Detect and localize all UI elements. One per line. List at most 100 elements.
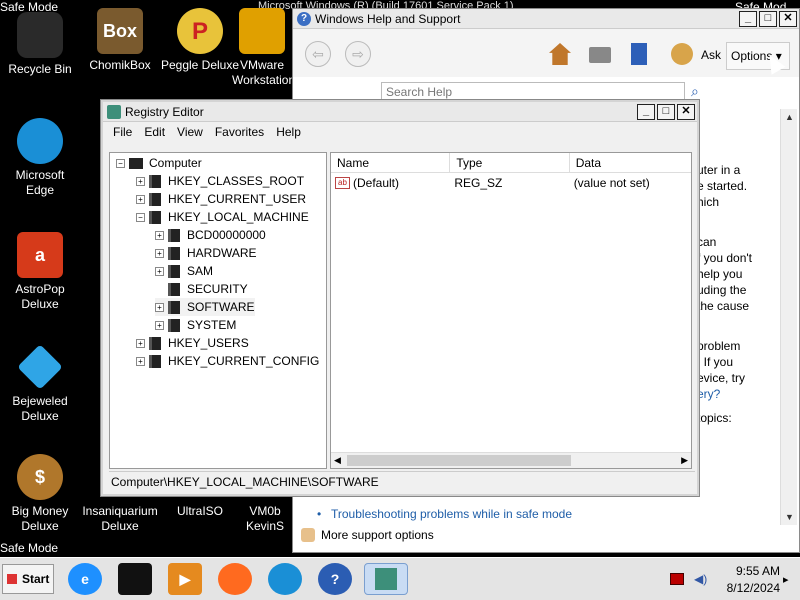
clock-time[interactable]: 9:55 AM	[720, 564, 780, 578]
regedit-titlebar[interactable]: Registry Editor _ □ ✕	[103, 102, 697, 122]
collapse-icon[interactable]: −	[136, 212, 145, 222]
expand-icon[interactable]: +	[155, 266, 164, 276]
expand-icon[interactable]: +	[155, 320, 164, 330]
tree-item-hkcc[interactable]: + HKEY_CURRENT_CONFIG	[136, 352, 319, 370]
search-input[interactable]: Search Help	[381, 82, 685, 102]
tree-item-sam[interactable]: + SAM	[155, 262, 213, 280]
start-button[interactable]: Start	[2, 564, 54, 594]
regedit-icon	[375, 568, 397, 590]
tree-item-label: BCD00000000	[187, 228, 266, 242]
scroll-right-icon[interactable]: ▶	[681, 455, 688, 466]
tree-item-security[interactable]: SECURITY	[155, 280, 248, 298]
desktop-icon-recycle-bin[interactable]: Recycle Bin	[0, 12, 80, 77]
tree-item-hkcu[interactable]: + HKEY_CURRENT_USER	[136, 190, 306, 208]
desktop-icon-big-money[interactable]: $ Big Money Deluxe	[0, 454, 80, 534]
expand-icon[interactable]: +	[136, 194, 145, 204]
clock-date[interactable]: 8/12/2024	[714, 581, 780, 595]
menu-favorites[interactable]: Favorites	[215, 125, 264, 139]
safe-mode-label: Safe Mode	[0, 541, 59, 555]
column-type[interactable]: Type	[450, 153, 570, 172]
value-row[interactable]: ab (Default) REG_SZ (value not set)	[331, 173, 691, 192]
menu-edit[interactable]: Edit	[144, 125, 165, 139]
ask-label[interactable]: Ask	[701, 48, 721, 62]
desktop-icon-label: Recycle Bin	[8, 62, 72, 76]
registry-tree[interactable]: − Computer + HKEY_CLASSES_ROOT + HKEY_CU…	[109, 152, 327, 469]
expand-icon[interactable]: +	[155, 230, 164, 240]
troubleshooting-link[interactable]: Troubleshooting problems while in safe m…	[331, 507, 572, 521]
minimize-button[interactable]: _	[739, 10, 757, 27]
firefox-icon[interactable]	[218, 563, 252, 595]
help-text-line: hich	[697, 195, 720, 209]
help-icon[interactable]: ?	[318, 563, 352, 595]
regedit-taskbar-button[interactable]	[364, 563, 408, 595]
expand-icon[interactable]: +	[155, 248, 164, 258]
registry-values-pane[interactable]: Name Type Data ab (Default) REG_SZ (value…	[330, 152, 692, 469]
back-button[interactable]: ⇦	[305, 41, 331, 67]
maximize-button[interactable]: □	[657, 103, 675, 120]
column-name[interactable]: Name	[331, 153, 451, 172]
tree-item-hardware[interactable]: + HARDWARE	[155, 244, 257, 262]
ask-icon[interactable]	[671, 43, 693, 65]
horizontal-scrollbar[interactable]: ◀ ▶	[331, 452, 691, 468]
minimize-button[interactable]: _	[637, 103, 655, 120]
scroll-down-icon[interactable]: ▼	[781, 509, 798, 525]
help-text-line: problem	[697, 339, 741, 353]
scroll-left-icon[interactable]: ◀	[334, 455, 341, 466]
close-button[interactable]: ✕	[779, 10, 797, 27]
desktop-icon-peggle[interactable]: P Peggle Deluxe	[160, 8, 240, 73]
tree-item-hkcr[interactable]: + HKEY_CLASSES_ROOT	[136, 172, 304, 190]
menu-file[interactable]: File	[113, 125, 132, 139]
tree-item-software[interactable]: + SOFTWARE	[155, 298, 255, 316]
show-desktop-icon[interactable]: ▸	[783, 573, 789, 586]
desktop-icon-edge[interactable]: Microsoft Edge	[0, 118, 80, 198]
desktop-icon-astropop[interactable]: a AstroPop Deluxe	[0, 232, 80, 312]
edge-icon[interactable]	[268, 563, 302, 595]
forward-button[interactable]: ⇨	[345, 41, 371, 67]
scroll-thumb[interactable]	[347, 455, 571, 466]
column-data[interactable]: Data	[570, 153, 691, 172]
expand-icon[interactable]: +	[136, 176, 145, 186]
desktop-icon-bejeweled[interactable]: Bejeweled Deluxe	[0, 344, 80, 424]
tree-item-computer[interactable]: − Computer	[116, 154, 202, 172]
vmware-icon	[239, 8, 285, 54]
battery-icon[interactable]	[670, 573, 684, 585]
tree-item-hku[interactable]: + HKEY_USERS	[136, 334, 249, 352]
help-titlebar[interactable]: ? Windows Help and Support _ □ ✕	[293, 9, 799, 29]
desktop-icon-chomikbox[interactable]: Box ChomikBox	[80, 8, 160, 73]
collapse-icon[interactable]: −	[116, 158, 125, 168]
home-icon[interactable]	[549, 43, 571, 65]
desktop-icon-label: ChomikBox	[89, 58, 151, 72]
tree-item-bcd[interactable]: + BCD00000000	[155, 226, 266, 244]
folder-icon	[149, 354, 161, 368]
help-link-fragment[interactable]: ery?	[697, 386, 777, 402]
tree-item-label: SECURITY	[187, 282, 248, 296]
tree-item-system[interactable]: + SYSTEM	[155, 316, 236, 334]
help-text-line: e started.	[697, 179, 748, 193]
volume-icon[interactable]: ◀)	[694, 572, 708, 586]
tree-item-label: HKEY_CLASSES_ROOT	[168, 174, 305, 188]
media-player-icon[interactable]: ▶	[168, 563, 202, 595]
maximize-button[interactable]: □	[759, 10, 777, 27]
close-button[interactable]: ✕	[677, 103, 695, 120]
desktop-icon-vmware[interactable]: VMware Workstation	[232, 8, 292, 88]
help-scrollbar[interactable]: ▲ ▼	[780, 109, 797, 525]
desktop-icon-label: AstroPop Deluxe	[15, 282, 65, 311]
help-text-line: uter in a	[697, 163, 741, 177]
expand-icon[interactable]: +	[136, 338, 145, 348]
browse-help-icon[interactable]	[631, 43, 647, 65]
menu-view[interactable]: View	[177, 125, 203, 139]
more-support-options[interactable]: More support options	[301, 528, 434, 542]
tree-item-hklm[interactable]: − HKEY_LOCAL_MACHINE	[136, 208, 309, 226]
search-icon[interactable]: ⌕	[691, 83, 699, 100]
scroll-up-icon[interactable]: ▲	[781, 109, 798, 125]
internet-explorer-icon[interactable]: e	[68, 563, 102, 595]
menu-help[interactable]: Help	[276, 125, 301, 139]
expand-icon[interactable]: +	[155, 302, 164, 312]
expand-icon[interactable]: +	[136, 356, 145, 366]
print-icon[interactable]	[589, 47, 611, 63]
folder-icon	[168, 246, 180, 260]
folder-icon	[149, 174, 161, 188]
drive-icon[interactable]	[118, 563, 152, 595]
help-text-line: help you	[697, 267, 743, 281]
folder-icon	[168, 300, 180, 314]
